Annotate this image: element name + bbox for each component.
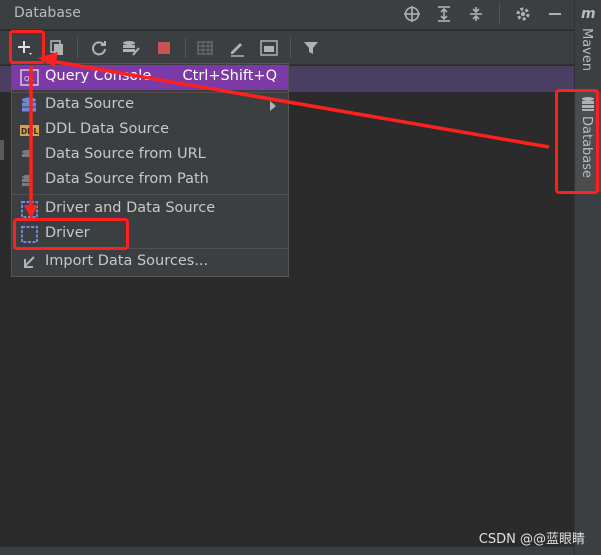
ql-console-icon: QL xyxy=(20,68,39,87)
menu-item-data-source[interactable]: Data Source xyxy=(12,93,288,118)
driver-datasource-icon xyxy=(20,200,39,219)
svg-text:QL: QL xyxy=(24,75,34,83)
refresh-icon[interactable] xyxy=(87,36,111,60)
tab-maven-label: Maven xyxy=(579,28,594,72)
menu-item-label: Query Console xyxy=(45,68,152,84)
annotation-box-add xyxy=(9,30,45,64)
svg-text:DDL: DDL xyxy=(21,127,38,136)
database-toolbar xyxy=(0,31,574,65)
tab-maven[interactable]: m Maven xyxy=(575,6,601,72)
menu-item-label: DDL Data Source xyxy=(45,121,170,137)
sql-console-icon[interactable] xyxy=(257,36,281,60)
path-icon xyxy=(20,171,39,190)
stop-icon[interactable] xyxy=(152,36,176,60)
ddl-icon: DDL xyxy=(20,121,39,140)
menu-item-data-source-from-url[interactable]: Data Source from URL xyxy=(12,143,288,168)
annotation-box-database-tab xyxy=(555,89,599,194)
db-properties-icon[interactable] xyxy=(119,36,143,60)
toolbar-separator xyxy=(185,38,186,58)
collapse-all-icon[interactable] xyxy=(465,3,487,25)
maven-icon: m xyxy=(581,6,596,22)
watermark: CSDN @@蓝眼睛 xyxy=(478,532,585,547)
minimize-icon[interactable] xyxy=(544,3,566,25)
menu-item-import-data-sources[interactable]: Import Data Sources... xyxy=(12,250,288,275)
tree-gutter-mark xyxy=(0,140,4,160)
menu-item-label: Data Source xyxy=(45,96,135,112)
right-tool-strip: m Maven Database xyxy=(574,0,601,555)
database-icon xyxy=(20,96,39,115)
table-view-icon[interactable] xyxy=(193,36,217,60)
menu-item-query-console[interactable]: QL Query Console Ctrl+Shift+Q xyxy=(12,65,288,90)
annotation-box-driver xyxy=(13,218,129,250)
submenu-arrow-icon xyxy=(270,101,276,111)
menu-item-label: Driver and Data Source xyxy=(45,200,216,216)
bottom-bar xyxy=(0,546,574,555)
import-icon xyxy=(20,253,39,272)
menu-item-label: Data Source from Path xyxy=(45,171,209,187)
locate-icon[interactable] xyxy=(401,3,423,25)
toolbar-separator xyxy=(290,38,291,58)
tool-window-header: Database xyxy=(0,0,574,30)
toolbar-separator xyxy=(77,38,78,58)
expand-all-icon[interactable] xyxy=(433,3,455,25)
tool-window-title: Database xyxy=(14,5,81,21)
url-icon xyxy=(20,146,39,165)
duplicate-icon[interactable] xyxy=(45,36,69,60)
menu-separator xyxy=(12,194,288,195)
menu-item-label: Import Data Sources... xyxy=(45,253,209,269)
filter-icon[interactable] xyxy=(299,36,323,60)
menu-item-ddl-data-source[interactable]: DDL DDL Data Source xyxy=(12,118,288,143)
header-separator xyxy=(499,4,500,24)
menu-item-label: Data Source from URL xyxy=(45,146,206,162)
menu-item-data-source-from-path[interactable]: Data Source from Path xyxy=(12,168,288,193)
gear-icon[interactable] xyxy=(512,3,534,25)
header-actions xyxy=(401,3,566,25)
menu-item-shortcut: Ctrl+Shift+Q xyxy=(182,68,277,84)
edit-icon[interactable] xyxy=(225,36,249,60)
